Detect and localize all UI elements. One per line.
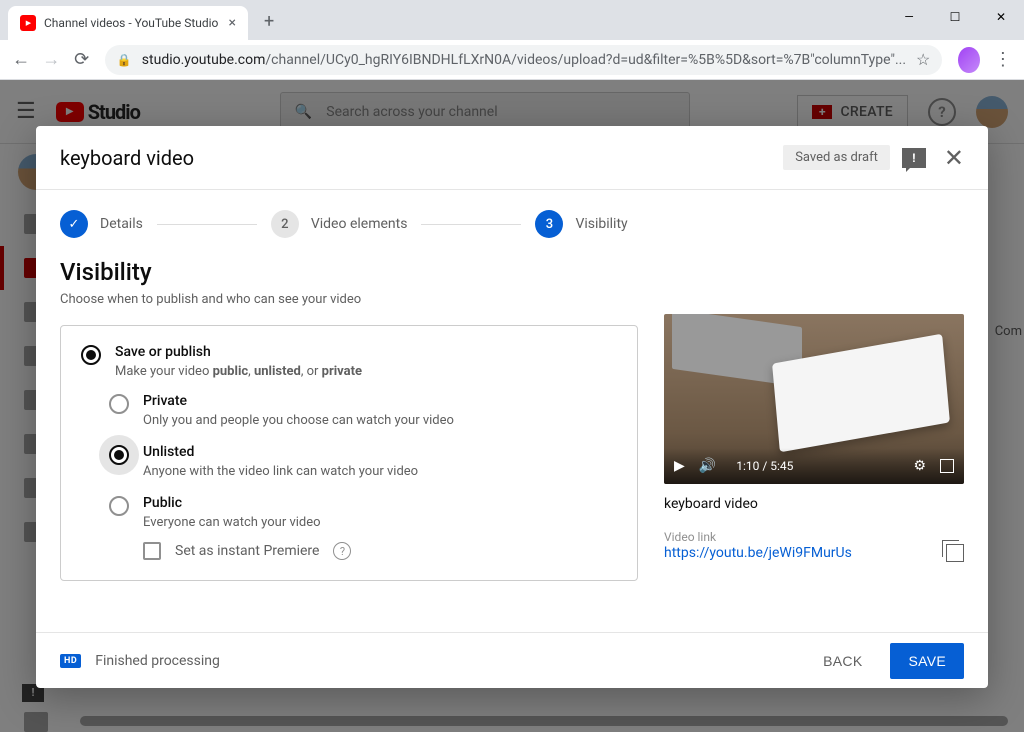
save-button[interactable]: SAVE [890, 643, 964, 679]
radio-desc: Only you and people you choose can watch… [143, 413, 617, 428]
checkbox-icon [143, 542, 161, 560]
lock-icon: 🔒 [117, 53, 132, 67]
video-link-label: Video link [664, 530, 964, 544]
browser-profile-icon[interactable] [958, 47, 979, 73]
radio-title: Public [143, 495, 617, 511]
modal-title: keyboard video [60, 146, 771, 170]
checkbox-label: Set as instant Premiere [175, 543, 319, 559]
radio-title: Private [143, 393, 617, 409]
youtube-favicon [20, 15, 36, 31]
radio-desc: Everyone can watch your video [143, 515, 617, 530]
url-text: studio.youtube.com/channel/UCy0_hgRIY6IB… [142, 52, 906, 68]
feedback-icon[interactable] [902, 148, 926, 168]
address-bar[interactable]: 🔒 studio.youtube.com/channel/UCy0_hgRIY6… [105, 45, 943, 75]
stepper: ✓ Details 2 Video elements 3 Visibility [36, 190, 988, 248]
bookmark-star-icon[interactable]: ☆ [916, 50, 930, 69]
play-icon[interactable]: ▶ [674, 458, 685, 474]
step-visibility[interactable]: 3 Visibility [535, 210, 627, 238]
browser-toolbar: ← → ⟳ 🔒 studio.youtube.com/channel/UCy0_… [0, 40, 1024, 80]
window-controls: — ☐ ✕ [886, 0, 1024, 34]
section-subtitle: Choose when to publish and who can see y… [60, 292, 638, 307]
radio-icon [109, 496, 129, 516]
close-window-button[interactable]: ✕ [978, 0, 1024, 34]
help-tooltip-icon[interactable]: ? [333, 542, 351, 560]
processing-status: Finished processing [95, 653, 220, 669]
new-tab-button[interactable]: + [256, 7, 282, 36]
volume-icon[interactable]: 🔊 [699, 458, 716, 474]
public-radio[interactable]: Public Everyone can watch your video Set… [109, 495, 617, 560]
step-number: 2 [271, 210, 299, 238]
video-preview-panel: ▶ 🔊 1:10 / 5:45 ⚙ keyboard video Video l… [664, 258, 964, 632]
step-number: 3 [535, 210, 563, 238]
radio-desc: Make your video public, unlisted, or pri… [115, 364, 617, 379]
video-player[interactable]: ▶ 🔊 1:10 / 5:45 ⚙ [664, 314, 964, 484]
step-connector [157, 224, 257, 225]
hd-badge: HD [60, 654, 81, 668]
video-time: 1:10 / 5:45 [736, 459, 793, 473]
step-check-icon: ✓ [60, 210, 88, 238]
radio-desc: Anyone with the video link can watch you… [143, 464, 617, 479]
visibility-form: Visibility Choose when to publish and wh… [60, 258, 638, 632]
save-or-publish-radio[interactable]: Save or publish Make your video public, … [81, 344, 617, 379]
browser-menu-icon[interactable]: ⋮ [990, 49, 1016, 70]
step-label: Visibility [575, 216, 627, 232]
radio-icon [109, 445, 129, 465]
fullscreen-icon[interactable] [940, 459, 954, 473]
private-radio[interactable]: Private Only you and people you choose c… [109, 393, 617, 428]
maximize-button[interactable]: ☐ [932, 0, 978, 34]
radio-icon [81, 345, 101, 365]
radio-icon [109, 394, 129, 414]
step-connector [421, 224, 521, 225]
back-button[interactable]: BACK [809, 643, 876, 679]
modal-header: keyboard video Saved as draft ✕ [36, 126, 988, 190]
save-or-publish-box: Save or publish Make your video public, … [60, 325, 638, 581]
copy-link-icon[interactable] [946, 544, 964, 562]
upload-visibility-modal: keyboard video Saved as draft ✕ ✓ Detail… [36, 126, 988, 688]
tab-title: Channel videos - YouTube Studio [44, 16, 218, 30]
modal-footer: HD Finished processing BACK SAVE [36, 632, 988, 688]
reload-icon[interactable]: ⟳ [69, 44, 95, 76]
modal-body: Visibility Choose when to publish and wh… [36, 248, 988, 632]
step-video-elements[interactable]: 2 Video elements [271, 210, 408, 238]
close-modal-icon[interactable]: ✕ [944, 144, 964, 172]
settings-gear-icon[interactable]: ⚙ [913, 458, 926, 474]
step-label: Details [100, 216, 143, 232]
unlisted-radio[interactable]: Unlisted Anyone with the video link can … [109, 444, 617, 479]
step-label: Video elements [311, 216, 408, 232]
video-link[interactable]: https://youtu.be/jeWi9FMurUs [664, 545, 852, 561]
step-details[interactable]: ✓ Details [60, 210, 143, 238]
browser-tab-strip: Channel videos - YouTube Studio × + — ☐ … [0, 0, 1024, 40]
tab-close-icon[interactable]: × [229, 15, 236, 31]
radio-title: Save or publish [115, 344, 617, 360]
section-title: Visibility [60, 258, 638, 286]
preview-video-title: keyboard video [664, 496, 964, 512]
browser-tab[interactable]: Channel videos - YouTube Studio × [8, 6, 248, 40]
back-nav-icon[interactable]: ← [8, 44, 34, 76]
forward-nav-icon: → [38, 44, 64, 76]
minimize-button[interactable]: — [886, 0, 932, 34]
video-controls: ▶ 🔊 1:10 / 5:45 ⚙ [664, 448, 964, 484]
radio-title: Unlisted [143, 444, 617, 460]
instant-premiere-checkbox[interactable]: Set as instant Premiere ? [143, 542, 617, 560]
draft-status-badge: Saved as draft [783, 145, 890, 170]
